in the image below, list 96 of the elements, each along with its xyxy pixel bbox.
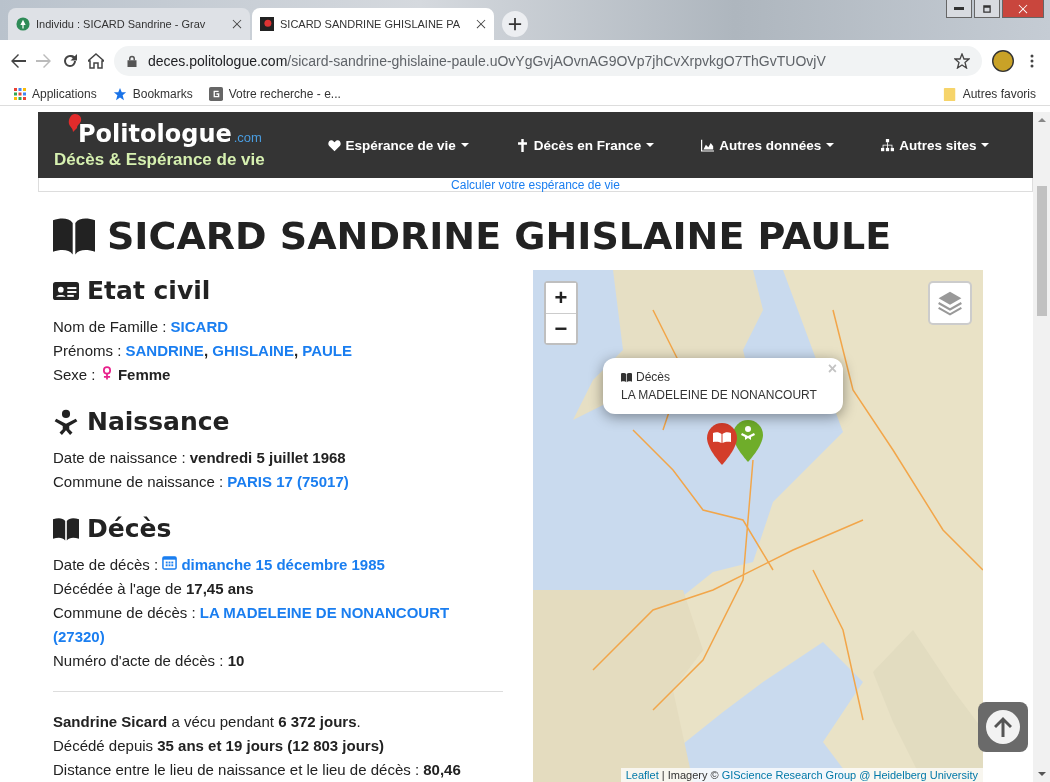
address-bar[interactable]: deces.politologue.com/sicard-sandrine-ghislaine-paule.uOvYgGvjAOvnAG9OVp7jhCvXrpvkgO7ThGvTUOvjV — [114, 46, 982, 76]
popup-title: Décès — [636, 370, 670, 384]
bookmark-folder[interactable]: Autres favoris — [942, 86, 1036, 101]
scroll-down-icon — [1037, 770, 1046, 778]
value-link[interactable]: GHISLAINE — [212, 342, 294, 359]
attribution-link[interactable]: Leaflet — [625, 769, 659, 781]
area-chart-icon — [701, 138, 715, 152]
browser-tab[interactable]: SICARD SANDRINE GHISLAINE PA — [252, 8, 494, 40]
field-label: Commune de décès : — [53, 604, 197, 621]
maximize-icon — [982, 3, 992, 14]
plus-icon — [508, 17, 522, 31]
attribution-link[interactable]: GIScience Research Group @ Heidelberg University — [721, 769, 978, 781]
death-marker[interactable] — [707, 423, 737, 465]
home-icon — [88, 53, 104, 69]
field-label: Date de décès : — [53, 556, 160, 573]
section-title: Etat civil — [87, 276, 211, 305]
popup-place: LA MADELEINE DE NONANCOURT — [621, 388, 818, 402]
attribution-text: | Imagery © — [660, 769, 720, 781]
book-icon — [621, 371, 632, 383]
caret-icon — [646, 141, 655, 149]
caret-icon — [981, 141, 990, 149]
forward-arrow-icon — [36, 53, 52, 69]
field-label: Nom de Famille : — [53, 318, 168, 335]
zoom-out-button[interactable]: − — [546, 313, 576, 343]
close-icon — [1018, 3, 1028, 14]
field-label: Date de naissance : — [53, 449, 187, 466]
summary-text: Décédé depuis 35 ans et 19 jours (12 803 jours) — [53, 736, 386, 756]
sitemap-icon — [881, 138, 895, 152]
close-button[interactable] — [1002, 0, 1044, 18]
bookmark[interactable]: Bookmarks — [112, 86, 193, 101]
page-title: SICARD SANDRINE GHISLAINE PAULE — [107, 214, 892, 258]
star-icon — [112, 86, 127, 101]
tree-icon — [16, 17, 30, 31]
field-value: vendredi 5 juillet 1968 — [189, 449, 346, 466]
maximize-button[interactable] — [974, 0, 1000, 18]
section-title: Naissance — [87, 407, 230, 436]
birth-marker[interactable] — [733, 420, 763, 462]
apps-grid-icon — [14, 87, 26, 100]
date-link[interactable]: dimanche 15 décembre 1985 — [181, 556, 385, 573]
arrow-up-icon — [985, 709, 1021, 745]
reload-icon — [62, 53, 78, 69]
close-icon — [232, 19, 242, 29]
value-link[interactable]: LA MADELEINE DE NONANCOURT — [199, 604, 450, 621]
scroll-up-icon — [1037, 116, 1046, 124]
value-link[interactable]: PAULE — [302, 342, 352, 359]
field-label: Sexe : — [53, 366, 97, 383]
value-link[interactable]: SICARD — [170, 318, 229, 335]
browser-tab[interactable]: Individu : SICARD Sandrine - Grav — [8, 8, 250, 40]
nav-menu-item[interactable]: Autres données — [719, 137, 822, 153]
new-tab-button[interactable] — [502, 11, 528, 37]
caret-icon — [826, 141, 835, 149]
logo-domain: .com — [233, 130, 262, 145]
field-label: Numéro d'acte de décès : — [53, 652, 225, 669]
layers-icon — [937, 290, 963, 316]
summary-text: Distance entre le lieu de naissance et le lieu de décès : 80,46 — [53, 760, 462, 780]
field-label: Décédée à l'age de — [53, 580, 183, 597]
field-value: 17,45 ans — [185, 580, 254, 597]
calculator-link[interactable]: Calculer votre espérance de vie — [451, 178, 620, 191]
book-icon — [53, 515, 79, 542]
star-icon — [954, 53, 970, 69]
back-arrow-icon — [10, 53, 26, 69]
site-icon — [208, 86, 223, 101]
site-logo[interactable]: Politologue — [78, 120, 232, 148]
section-title: Décès — [87, 514, 172, 543]
layers-button[interactable] — [928, 281, 972, 325]
baby-icon — [53, 408, 79, 435]
minimize-button[interactable] — [946, 0, 972, 18]
avatar-icon — [992, 50, 1014, 72]
cross-icon — [515, 138, 529, 152]
field-value: , — [203, 342, 210, 359]
heart-icon — [327, 138, 341, 152]
value-link[interactable]: PARIS 17 (75017) — [227, 473, 349, 490]
bookmark[interactable]: Applications — [14, 86, 97, 101]
logo-icon — [260, 17, 274, 31]
scrollbar[interactable] — [1033, 112, 1050, 782]
summary-text: Sandrine Sicard a vécu pendant 6 372 jours. — [53, 712, 362, 732]
value-link[interactable]: SANDRINE — [125, 342, 204, 359]
nav-menu-item[interactable]: Espérance de vie — [345, 137, 456, 153]
calendar-icon — [162, 555, 178, 570]
value-link[interactable]: (27320) — [53, 625, 105, 649]
field-value: , — [293, 342, 300, 359]
close-icon — [476, 19, 486, 29]
field-label: Commune de naissance : — [53, 473, 225, 490]
scroll-to-top-button[interactable] — [978, 702, 1028, 752]
bookmark[interactable]: Votre recherche - e... — [208, 86, 341, 101]
field-label: Prénoms : — [53, 342, 123, 359]
field-value: 10 — [227, 652, 245, 669]
site-tagline: Décès & Espérance de vie — [54, 150, 265, 170]
folder-icon — [942, 86, 957, 101]
field-value: Femme — [117, 366, 171, 383]
scrollbar-thumb[interactable] — [1036, 186, 1047, 316]
nav-menu-item[interactable]: Autres sites — [899, 137, 977, 153]
caret-icon — [460, 141, 469, 149]
nav-menu-item[interactable]: Décès en France — [533, 137, 642, 153]
lock-icon — [126, 55, 138, 67]
minimize-icon — [954, 7, 964, 10]
